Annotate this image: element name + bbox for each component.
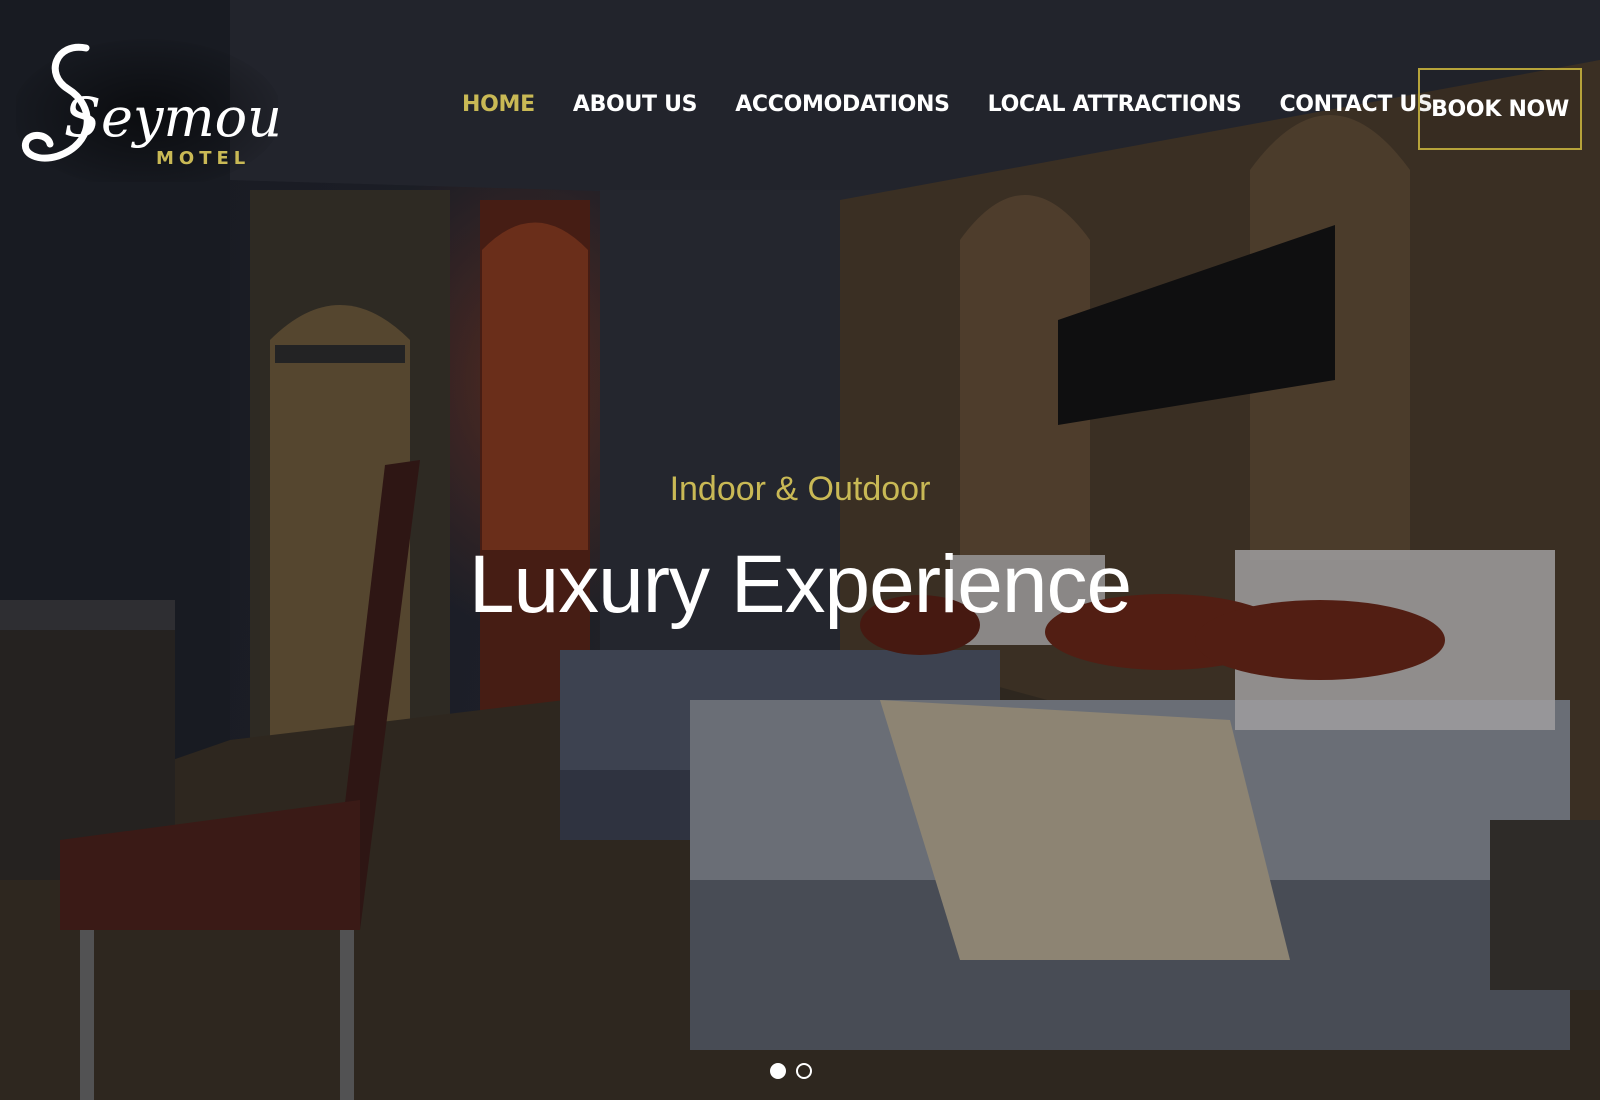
- carousel-dots: [770, 1063, 812, 1079]
- book-now-button[interactable]: BOOK NOW: [1418, 68, 1582, 150]
- seymour-motel-logo[interactable]: Seymour MOTEL: [16, 34, 278, 182]
- hero-subtitle: Indoor & Outdoor: [669, 470, 931, 508]
- nav-about-us[interactable]: ABOUT US: [573, 92, 698, 117]
- logo-sub-text: MOTEL: [156, 148, 250, 169]
- nav-home[interactable]: HOME: [462, 92, 535, 117]
- main-nav: HOME ABOUT US ACCOMODATIONS LOCAL ATTRAC…: [462, 92, 1471, 117]
- logo-script-text: Seymour: [64, 86, 278, 149]
- nav-local-attractions[interactable]: LOCAL ATTRACTIONS: [988, 92, 1242, 117]
- carousel-dot-1[interactable]: [770, 1063, 786, 1079]
- carousel-dot-2[interactable]: [796, 1063, 812, 1079]
- nav-contact-us[interactable]: CONTACT US: [1279, 92, 1432, 117]
- nav-accomodations[interactable]: ACCOMODATIONS: [735, 92, 950, 117]
- logo-graphic: Seymour MOTEL: [16, 39, 278, 182]
- hero-slider: Seymour MOTEL HOME ABOUT US ACCOMODATION…: [0, 0, 1600, 1100]
- hero-title: Luxury Experience: [468, 539, 1132, 630]
